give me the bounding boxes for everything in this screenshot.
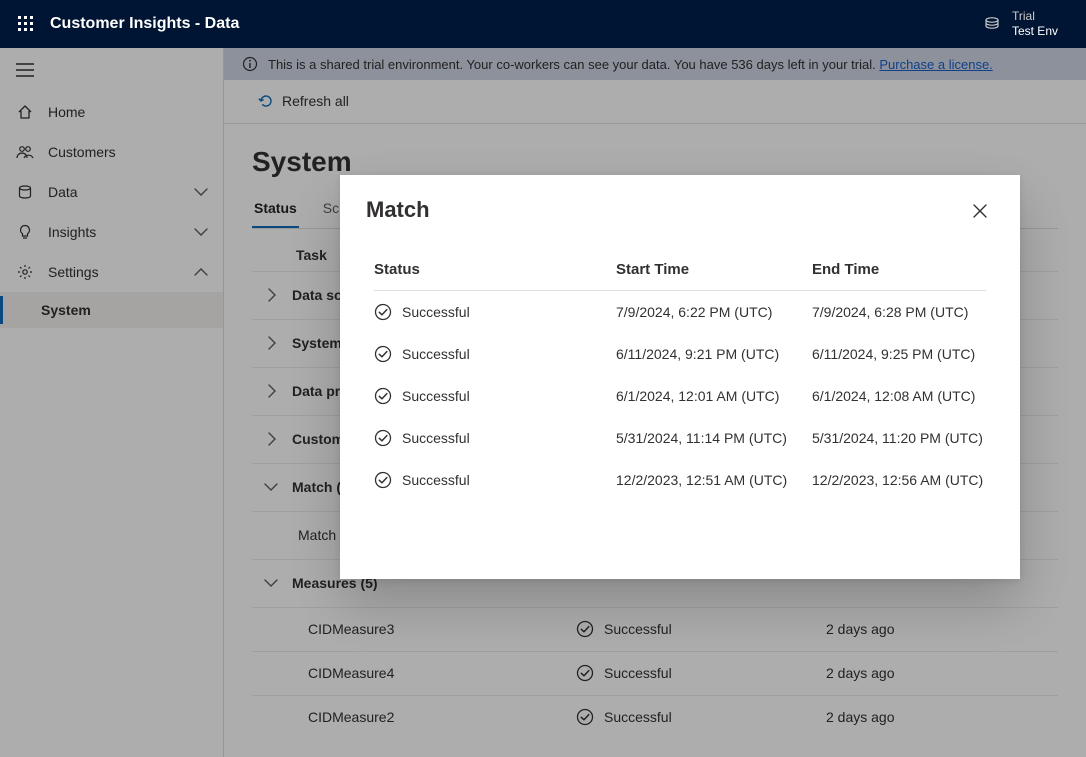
- close-button[interactable]: [966, 197, 994, 225]
- cell-end-time: 6/11/2024, 9:25 PM (UTC): [812, 346, 986, 362]
- cell-start-time: 7/9/2024, 6:22 PM (UTC): [616, 304, 812, 320]
- modal-history-row: Successful 6/11/2024, 9:21 PM (UTC)6/11/2…: [374, 333, 986, 375]
- modal-title: Match: [366, 197, 966, 223]
- product-title: Customer Insights - Data: [50, 15, 239, 33]
- cell-end-time: 7/9/2024, 6:28 PM (UTC): [812, 304, 986, 320]
- cell-start-time: 5/31/2024, 11:14 PM (UTC): [616, 430, 812, 446]
- top-bar: Customer Insights - Data Trial Test Env: [0, 0, 1086, 48]
- cell-end-time: 5/31/2024, 11:20 PM (UTC): [812, 430, 986, 446]
- environment-picker[interactable]: Trial Test Env: [982, 9, 1058, 39]
- close-icon: [973, 204, 987, 218]
- app-launcher-icon[interactable]: [10, 8, 42, 40]
- success-icon: [374, 303, 392, 321]
- modal-col-end: End Time: [812, 261, 986, 278]
- environment-label: Trial: [1012, 9, 1058, 24]
- success-icon: [374, 387, 392, 405]
- success-icon: [374, 345, 392, 363]
- cell-status: Successful: [402, 430, 470, 446]
- modal-col-start: Start Time: [616, 261, 812, 278]
- cell-start-time: 12/2/2023, 12:51 AM (UTC): [616, 472, 812, 488]
- modal-history-row: Successful 6/1/2024, 12:01 AM (UTC)6/1/20…: [374, 375, 986, 417]
- modal-history-row: Successful 12/2/2023, 12:51 AM (UTC)12/2/…: [374, 459, 986, 501]
- environment-name: Test Env: [1012, 24, 1058, 39]
- modal-col-status: Status: [374, 261, 616, 278]
- cell-end-time: 6/1/2024, 12:08 AM (UTC): [812, 388, 986, 404]
- cell-status: Successful: [402, 346, 470, 362]
- cell-status: Successful: [402, 472, 470, 488]
- cell-status: Successful: [402, 388, 470, 404]
- success-icon: [374, 471, 392, 489]
- match-history-dialog: Match Status Start Time End Time Success…: [340, 175, 1020, 579]
- success-icon: [374, 429, 392, 447]
- modal-history-row: Successful 7/9/2024, 6:22 PM (UTC)7/9/202…: [374, 291, 986, 333]
- cell-status: Successful: [402, 304, 470, 320]
- modal-table-header: Status Start Time End Time: [374, 243, 986, 291]
- environment-icon: [982, 14, 1002, 34]
- cell-start-time: 6/1/2024, 12:01 AM (UTC): [616, 388, 812, 404]
- modal-history-row: Successful 5/31/2024, 11:14 PM (UTC)5/31/…: [374, 417, 986, 459]
- cell-end-time: 12/2/2023, 12:56 AM (UTC): [812, 472, 986, 488]
- cell-start-time: 6/11/2024, 9:21 PM (UTC): [616, 346, 812, 362]
